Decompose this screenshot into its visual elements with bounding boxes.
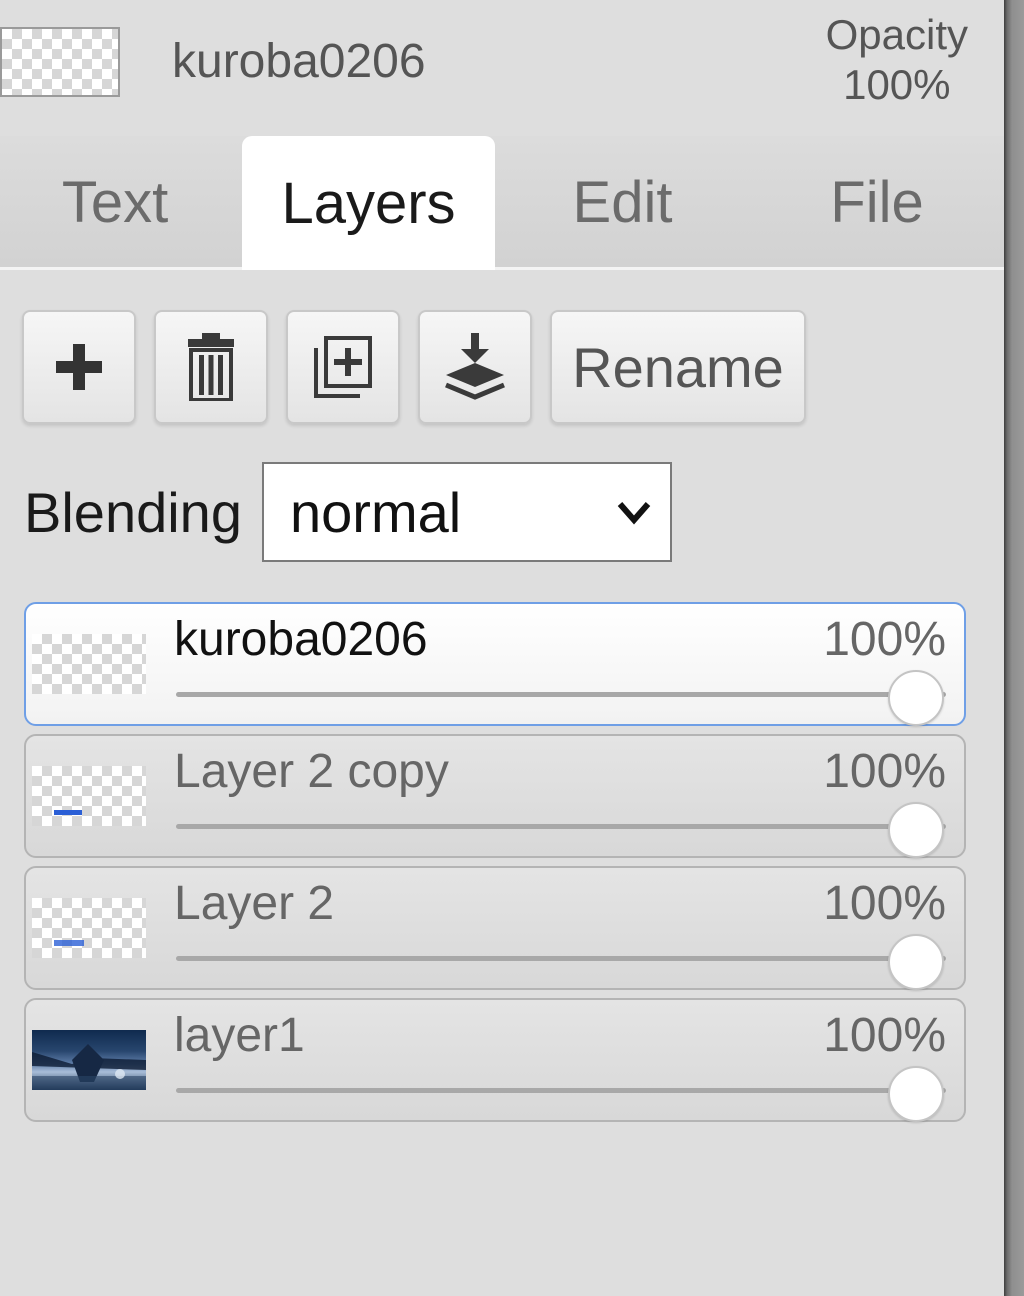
layer-thumbnail: [32, 634, 146, 694]
delete-layer-button[interactable]: [154, 310, 268, 424]
opacity-value: 100%: [843, 61, 951, 108]
blending-select[interactable]: normal: [262, 462, 672, 562]
layer-name: kuroba0206: [174, 613, 428, 666]
tab-file[interactable]: File: [750, 136, 1004, 268]
photo-thumbnail: [32, 1030, 146, 1090]
trash-icon: [188, 333, 234, 401]
duplicate-icon: [314, 336, 372, 398]
layer-opacity-handle[interactable]: [888, 670, 944, 726]
tab-edit[interactable]: Edit: [495, 136, 750, 268]
current-layer-name: kuroba0206: [172, 35, 426, 88]
layer-opacity-handle[interactable]: [888, 802, 944, 858]
layer-thumbnail: [32, 766, 146, 826]
layer-opacity-slider[interactable]: [176, 956, 946, 961]
layer-name: Layer 2: [174, 877, 335, 930]
layer-opacity-value: 100%: [823, 877, 946, 930]
photo-thumbnail-art: [32, 1044, 146, 1090]
layer-row-layer-2-copy[interactable]: Layer 2 copy 100%: [24, 734, 966, 858]
merge-down-icon: [445, 333, 505, 400]
current-layer-opacity: Opacity 100%: [826, 10, 968, 110]
duplicate-layer-button[interactable]: [286, 310, 400, 424]
layer-opacity-value: 100%: [823, 613, 946, 666]
layer-opacity-value: 100%: [823, 1009, 946, 1062]
plus-icon: [56, 344, 102, 390]
layer-opacity-value: 100%: [823, 745, 946, 798]
blending-label: Blending: [24, 481, 242, 544]
layer-thumbnail-content: [54, 940, 84, 946]
layer-row-layer1[interactable]: layer1 100%: [24, 998, 966, 1122]
add-layer-button[interactable]: [22, 310, 136, 424]
layer-opacity-slider[interactable]: [176, 824, 946, 829]
layer-opacity-handle[interactable]: [888, 934, 944, 990]
current-layer-thumbnail: [0, 27, 120, 97]
chevron-down-icon: [617, 502, 651, 525]
layer-name: Layer 2 copy: [174, 745, 449, 798]
rename-label: Rename: [572, 335, 784, 399]
layer-opacity-slider[interactable]: [176, 1088, 946, 1093]
tab-text[interactable]: Text: [0, 136, 230, 268]
merge-down-button[interactable]: [418, 310, 532, 424]
layers-panel: kuroba0206 Opacity 100% Text Layers Edit…: [0, 0, 1004, 1296]
panel-edge: [1004, 0, 1024, 1296]
layer-thumbnail: [32, 1030, 146, 1090]
layer-row-kuroba0206[interactable]: kuroba0206 100%: [24, 602, 966, 726]
opacity-label: Opacity: [825, 11, 968, 58]
tab-bar: Text Layers Edit File: [0, 136, 1004, 270]
blending-selected-value: normal: [290, 480, 462, 544]
rename-layer-button[interactable]: Rename: [550, 310, 806, 424]
layer-name: layer1: [174, 1009, 305, 1062]
layer-opacity-handle[interactable]: [888, 1066, 944, 1122]
layer-row-layer-2[interactable]: Layer 2 100%: [24, 866, 966, 990]
layer-thumbnail: [32, 898, 146, 958]
tab-layers[interactable]: Layers: [242, 136, 495, 270]
layer-thumbnail-content: [54, 810, 82, 815]
layer-opacity-slider[interactable]: [176, 692, 946, 697]
